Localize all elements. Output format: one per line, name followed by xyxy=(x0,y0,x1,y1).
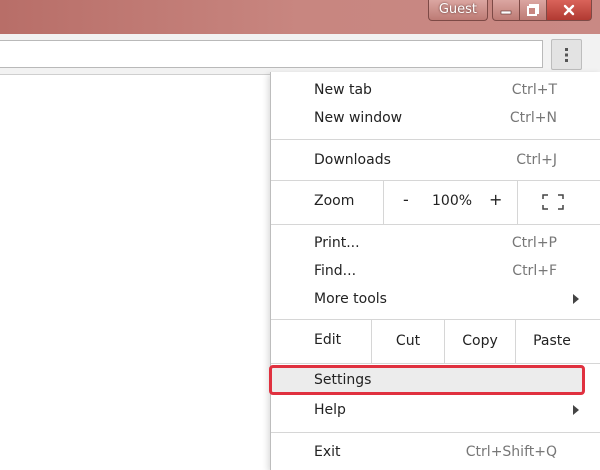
copy-button[interactable]: Copy xyxy=(445,319,515,363)
zoom-out-button[interactable]: - xyxy=(403,190,409,209)
vertical-dots-icon xyxy=(564,47,568,62)
menu-item-shortcut: Ctrl+P xyxy=(511,235,557,251)
menu-row-edit: Edit Cut Copy Paste xyxy=(271,319,600,363)
menu-item-label: More tools xyxy=(314,291,387,307)
menu-separator xyxy=(271,224,600,225)
browser-menu-button[interactable] xyxy=(551,39,582,70)
copy-label: Copy xyxy=(462,333,498,349)
menu-item-label: Downloads xyxy=(314,152,391,168)
minimize-button[interactable] xyxy=(492,0,520,21)
menu-item-label: Exit xyxy=(314,444,341,460)
restore-button[interactable] xyxy=(520,0,547,21)
minimize-icon xyxy=(500,10,512,15)
menu-row-zoom: Zoom - 100% + xyxy=(271,180,600,224)
menu-item-label: New tab xyxy=(314,82,372,98)
browser-main-menu: New tab Ctrl+T New window Ctrl+N Downloa… xyxy=(269,72,600,470)
window-title-bar: Guest xyxy=(0,0,600,34)
menu-item-shortcut: Ctrl+Shift+Q xyxy=(465,444,557,460)
zoom-level-value: 100% xyxy=(432,193,473,209)
menu-item-shortcut: Ctrl+J xyxy=(516,152,557,168)
chevron-right-icon xyxy=(573,294,579,304)
menu-item-new-window[interactable]: New window Ctrl+N xyxy=(271,104,589,132)
menu-item-more-tools[interactable]: More tools xyxy=(271,285,589,313)
guest-profile-button[interactable]: Guest xyxy=(427,0,488,21)
window-controls: Guest xyxy=(427,0,592,21)
menu-item-label: Settings xyxy=(314,372,372,388)
menu-item-downloads[interactable]: Downloads Ctrl+J xyxy=(271,146,589,174)
divider xyxy=(517,180,518,224)
menu-item-find[interactable]: Find... Ctrl+F xyxy=(271,257,589,285)
menu-item-new-tab[interactable]: New tab Ctrl+T xyxy=(271,76,589,104)
zoom-label: Zoom xyxy=(314,193,355,209)
menu-item-shortcut: Ctrl+F xyxy=(512,263,557,279)
menu-item-label: New window xyxy=(314,110,403,126)
zoom-in-button[interactable]: + xyxy=(489,190,502,209)
cut-button[interactable]: Cut xyxy=(372,319,444,363)
menu-item-settings[interactable]: Settings xyxy=(271,366,589,394)
menu-item-shortcut: Ctrl+T xyxy=(511,82,557,98)
cut-label: Cut xyxy=(395,333,421,349)
menu-item-label: Print... xyxy=(314,235,360,251)
divider xyxy=(383,180,384,224)
paste-button[interactable]: Paste xyxy=(516,319,588,363)
address-bar[interactable] xyxy=(0,40,543,68)
fullscreen-icon[interactable] xyxy=(542,194,564,210)
menu-item-help[interactable]: Help xyxy=(271,396,589,424)
menu-separator xyxy=(271,139,600,140)
close-icon xyxy=(563,4,575,16)
menu-item-label: Help xyxy=(314,402,346,418)
menu-item-label: Find... xyxy=(314,263,357,279)
menu-separator xyxy=(271,432,600,433)
menu-item-shortcut: Ctrl+N xyxy=(509,110,557,126)
menu-item-print[interactable]: Print... Ctrl+P xyxy=(271,229,589,257)
menu-item-exit[interactable]: Exit Ctrl+Shift+Q xyxy=(271,438,589,466)
edit-label: Edit xyxy=(314,332,342,348)
chevron-right-icon xyxy=(573,405,579,415)
restore-icon xyxy=(527,4,539,16)
close-button[interactable] xyxy=(547,0,592,21)
paste-label: Paste xyxy=(533,333,571,349)
browser-toolbar xyxy=(0,34,600,75)
menu-separator xyxy=(271,363,600,364)
